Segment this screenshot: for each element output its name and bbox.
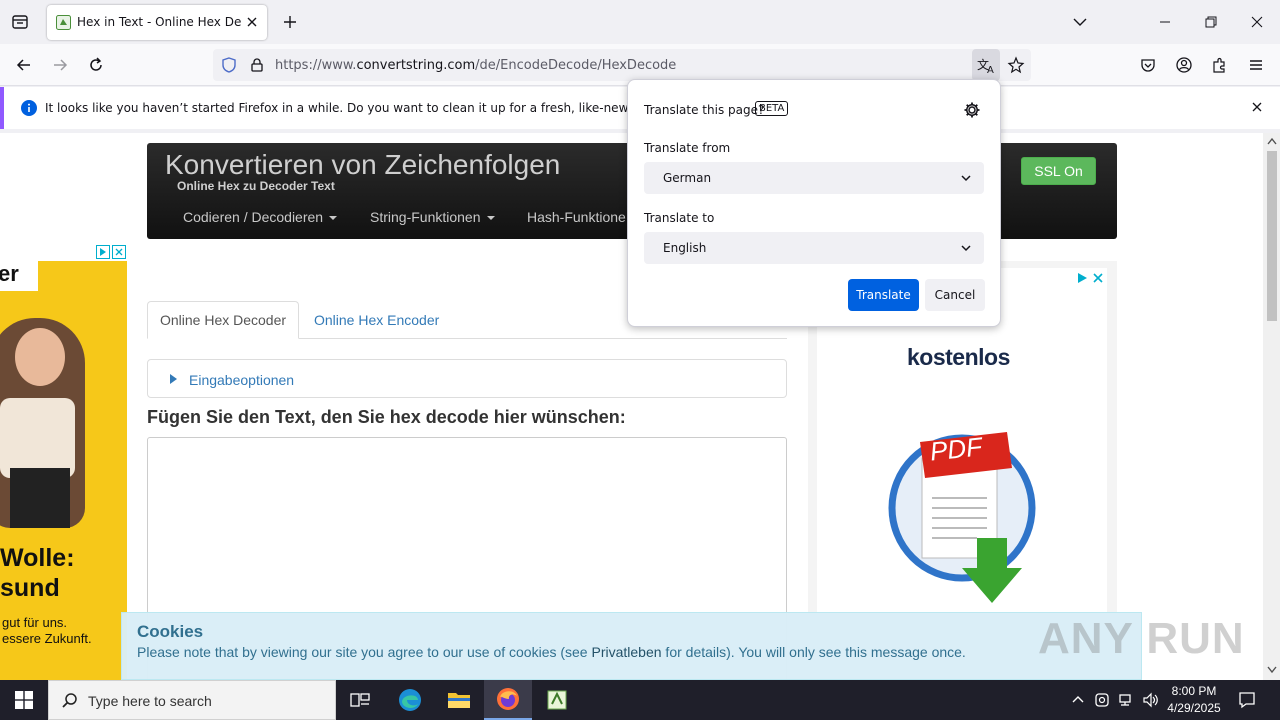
taskbar-clock[interactable]: 8:00 PM 4/29/2025	[1163, 683, 1225, 717]
ad-photo	[0, 318, 85, 528]
menu-encode-decode[interactable]: Codieren / Decodieren	[183, 209, 338, 225]
scroll-thumb[interactable]	[1267, 151, 1277, 321]
extensions-icon[interactable]	[1205, 51, 1235, 79]
ad-brand-text: er	[0, 261, 19, 286]
restore-icon[interactable]	[1196, 8, 1226, 36]
input-options-label: Eingabeoptionen	[189, 372, 295, 388]
translate-button[interactable]: Translate	[848, 279, 919, 311]
tab-active[interactable]: Hex in Text - Online Hex Decod	[47, 5, 267, 40]
anyrun-watermark: ANY RUN	[1038, 614, 1245, 663]
translate-page-icon[interactable]: 文A	[972, 49, 1000, 81]
menu-hash-functions[interactable]: Hash-Funktione	[527, 209, 626, 225]
task-view-icon[interactable]	[336, 680, 384, 720]
menu-hamburger-icon[interactable]	[1241, 51, 1271, 79]
close-tab-icon[interactable]	[244, 14, 260, 30]
translate-from-select[interactable]: German	[644, 162, 984, 194]
beta-badge: BETA	[755, 101, 789, 116]
expand-triangle-icon	[170, 374, 177, 384]
notepad-plus-icon[interactable]	[533, 680, 581, 720]
windows-taskbar: Type here to search 8:00 PM 4/29/2025	[0, 680, 1280, 720]
url-bar[interactable]: https://www.convertstring.com/de/EncodeD…	[213, 49, 1031, 81]
file-explorer-icon[interactable]	[435, 680, 483, 720]
account-icon[interactable]	[1169, 51, 1199, 79]
tab-title: Hex in Text - Online Hex Decod	[77, 15, 242, 29]
privacy-link[interactable]: Privatleben	[592, 644, 662, 660]
volume-icon[interactable]	[1142, 692, 1160, 708]
search-placeholder: Type here to search	[88, 693, 212, 709]
adchoices-icon[interactable]	[1076, 272, 1088, 284]
reload-icon[interactable]	[81, 51, 111, 79]
forward-icon[interactable]	[45, 51, 75, 79]
start-windows-icon[interactable]	[0, 680, 48, 720]
back-icon[interactable]	[9, 51, 39, 79]
ad-copy: gut für uns. essere Zukunft.	[2, 615, 92, 646]
close-ad-icon[interactable]	[112, 245, 126, 259]
chevron-down-icon	[960, 242, 972, 254]
tray-app-icon[interactable]	[1094, 692, 1110, 708]
taskbar-search-box[interactable]: Type here to search	[48, 680, 336, 720]
scroll-up-icon[interactable]	[1267, 137, 1277, 145]
translate-popup: Translate this page? BETA Translate from…	[627, 79, 1001, 327]
close-ad-icon[interactable]	[1092, 272, 1104, 284]
chevron-down-icon	[960, 172, 972, 184]
scroll-down-icon[interactable]	[1267, 666, 1277, 674]
lock-icon[interactable]	[249, 57, 265, 73]
ad-kostenlos-text: kostenlos	[907, 344, 1010, 370]
cookie-heading: Cookies	[137, 622, 204, 641]
list-tabs-icon[interactable]	[1070, 12, 1090, 32]
input-options-panel[interactable]: Eingabeoptionen	[147, 359, 787, 398]
svg-text:A: A	[987, 65, 994, 76]
menu-string-functions[interactable]: String-Funktionen	[370, 209, 495, 225]
info-icon	[21, 100, 37, 116]
caret-down-icon	[329, 216, 338, 221]
close-notification-icon[interactable]	[1250, 100, 1264, 114]
new-tab-icon[interactable]	[280, 12, 300, 32]
settings-gear-icon[interactable]	[963, 101, 981, 119]
bookmark-star-icon[interactable]	[1007, 56, 1025, 74]
translate-from-label: Translate from	[644, 141, 731, 155]
pdf-logo: PDF	[882, 418, 1042, 618]
edge-icon[interactable]	[386, 680, 434, 720]
notifications-icon[interactable]	[1238, 691, 1256, 709]
site-favicon-icon	[56, 15, 71, 30]
tab-hex-encoder[interactable]: Online Hex Encoder	[314, 312, 439, 328]
url-text[interactable]: https://www.convertstring.com/de/EncodeD…	[275, 58, 676, 73]
cookie-banner: Cookies Please note that by viewing our …	[121, 612, 1142, 680]
pocket-icon[interactable]	[1133, 51, 1163, 79]
ad-headline: Wolle: sund	[0, 544, 75, 602]
caret-down-icon	[486, 216, 495, 221]
notification-text: It looks like you haven’t started Firefo…	[45, 101, 718, 115]
network-icon[interactable]	[1118, 692, 1136, 708]
translate-to-label: Translate to	[644, 211, 715, 225]
search-icon	[61, 692, 79, 710]
minimize-icon[interactable]	[1150, 8, 1180, 36]
tracking-protection-shield-icon[interactable]	[221, 57, 237, 73]
firefox-view-icon[interactable]	[8, 10, 32, 34]
site-title: Konvertieren von Zeichenfolgen	[165, 149, 561, 180]
tab-strip: Hex in Text - Online Hex Decod	[0, 0, 1280, 44]
adchoices-icon[interactable]	[96, 245, 110, 259]
page-scrollbar[interactable]	[1263, 133, 1280, 680]
tab-hex-decoder[interactable]: Online Hex Decoder	[147, 301, 299, 339]
ssl-on-button[interactable]: SSL On	[1021, 157, 1096, 185]
translate-popup-title: Translate this page?	[644, 103, 765, 117]
cancel-button[interactable]: Cancel	[925, 279, 985, 311]
cookie-text: Please note that by viewing our site you…	[137, 644, 966, 660]
site-subtitle: Online Hex zu Decoder Text	[177, 179, 335, 193]
input-heading: Fügen Sie den Text, den Sie hex decode h…	[147, 407, 626, 427]
translate-to-select[interactable]: English	[644, 232, 984, 264]
firefox-taskbar-icon[interactable]	[484, 680, 532, 720]
left-advertisement[interactable]: er Wolle: sund gut für uns. essere Zukun…	[0, 243, 127, 680]
close-window-icon[interactable]	[1242, 8, 1272, 36]
show-hidden-icons-icon[interactable]	[1070, 692, 1086, 708]
